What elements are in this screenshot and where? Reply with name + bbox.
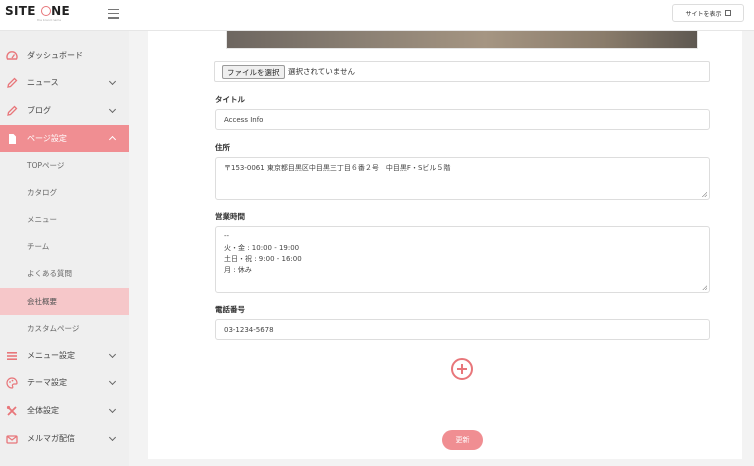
chevron-down-icon (108, 405, 117, 414)
address-label: 住所 (215, 143, 230, 152)
document-icon (9, 134, 16, 144)
sidebar-subitem-label: カスタムページ (27, 324, 80, 333)
sidebar-item-label: メルマガ配信 (27, 434, 75, 443)
sidebar-item-label: メニュー設定 (27, 351, 75, 360)
sidebar-item-general-settings[interactable]: 全体設定 (0, 397, 129, 424)
sidebar-subitem-menu[interactable]: メニュー (0, 206, 129, 233)
add-field-plus-icon[interactable] (451, 358, 473, 380)
sidebar-item-label: ダッシュボード (27, 51, 83, 60)
sidebar-subitem-company[interactable]: 会社概要 (0, 288, 129, 315)
sidebar-subitem-team[interactable]: チーム (0, 233, 129, 260)
chevron-up-icon (108, 135, 117, 144)
sidebar-item-page-settings[interactable]: ページ設定 (0, 125, 129, 152)
sidebar-item-newsletter[interactable]: メルマガ配信 (0, 425, 129, 452)
logo-ring-icon (40, 6, 51, 16)
update-button[interactable]: 更新 (442, 430, 483, 450)
palette-icon (6, 377, 18, 389)
sidebar: ダッシュボード ニュース ブログ ページ設定 TOPページ カタログ メニュー … (0, 31, 129, 466)
business-hours-line: -- (224, 232, 230, 240)
sidebar-subitem-catalog[interactable]: カタログ (0, 179, 129, 206)
sidebar-subitem-label: 会社概要 (27, 297, 57, 306)
sidebar-subitem-top-page[interactable]: TOPページ (0, 152, 129, 179)
sidebar-subitem-faq[interactable]: よくある質問 (0, 260, 129, 287)
logo-text: SITE NE (5, 4, 71, 18)
view-site-button[interactable]: サイトを表示 (672, 4, 744, 22)
sidebar-item-label: ブログ (27, 106, 51, 115)
external-link-icon (724, 10, 731, 16)
phone-label: 電話番号 (215, 305, 245, 314)
list-icon (7, 352, 17, 360)
business-hours-textarea[interactable]: -- 火・金 : 10:00 - 19:00 土日・祝 : 9:00 - 16:… (215, 226, 710, 293)
sidebar-subitem-label: メニュー (27, 215, 57, 224)
sidebar-subitem-custom-page[interactable]: カスタムページ (0, 315, 129, 342)
sidebar-item-label: 全体設定 (27, 406, 59, 415)
business-hours-line: 火・金 : 10:00 - 19:00 (224, 244, 300, 252)
sidebar-subitem-label: カタログ (27, 188, 57, 197)
sidebar-subitem-label: TOPページ (27, 161, 65, 170)
file-status-text: 選択されていません (288, 67, 356, 76)
hamburger-menu-icon[interactable] (108, 9, 119, 19)
chevron-down-icon (108, 433, 117, 442)
image-preview (226, 31, 698, 49)
chevron-down-icon (108, 377, 117, 386)
site-logo[interactable]: SITE NE the brand name (5, 3, 70, 27)
title-label: タイトル (215, 95, 245, 104)
tools-icon (6, 405, 17, 416)
company-info-form: ファイルを選択 選択されていません タイトル Access Info 住所 〒1… (148, 31, 742, 459)
business-hours-line: 土日・祝 : 9:00 - 16:00 (224, 255, 302, 263)
sidebar-item-theme-settings[interactable]: テーマ設定 (0, 369, 129, 396)
chevron-down-icon (108, 105, 117, 114)
sidebar-item-dashboard[interactable]: ダッシュボード (0, 42, 129, 69)
file-input[interactable]: ファイルを選択 選択されていません (214, 61, 710, 82)
view-site-label: サイトを表示 (685, 10, 722, 18)
pencil-icon (7, 77, 18, 88)
sidebar-item-label: ページ設定 (27, 134, 67, 143)
pencil-icon (7, 105, 18, 116)
address-textarea[interactable]: 〒153-0061 東京都目黒区中目黒三丁目６番２号 中目黒F・Sビル５階 (215, 157, 710, 200)
sidebar-item-label: テーマ設定 (27, 378, 67, 387)
sidebar-item-blog[interactable]: ブログ (0, 97, 129, 124)
resize-handle-icon[interactable] (702, 285, 707, 290)
sidebar-item-menu-settings[interactable]: メニュー設定 (0, 342, 129, 369)
chevron-down-icon (108, 77, 117, 86)
sidebar-subitem-label: よくある質問 (27, 269, 72, 278)
title-input[interactable]: Access Info (215, 109, 710, 130)
sidebar-subitem-label: チーム (27, 242, 50, 251)
gauge-icon (6, 51, 18, 60)
sidebar-item-label: ニュース (27, 78, 59, 87)
choose-file-button[interactable]: ファイルを選択 (222, 65, 285, 79)
sidebar-item-news[interactable]: ニュース (0, 69, 129, 96)
top-header: SITE NE the brand name サイトを表示 (0, 0, 754, 31)
mail-icon (6, 435, 18, 444)
business-hours-line: 月 : 休み (224, 266, 252, 274)
chevron-down-icon (108, 350, 117, 359)
logo-subtitle: the brand name (37, 18, 62, 22)
resize-handle-icon[interactable] (702, 192, 707, 197)
address-text: 〒153-0061 東京都目黒区中目黒三丁目６番２号 中目黒F・Sビル５階 (224, 164, 451, 172)
business-hours-label: 営業時間 (215, 212, 245, 221)
phone-input[interactable]: 03-1234-5678 (215, 319, 710, 340)
